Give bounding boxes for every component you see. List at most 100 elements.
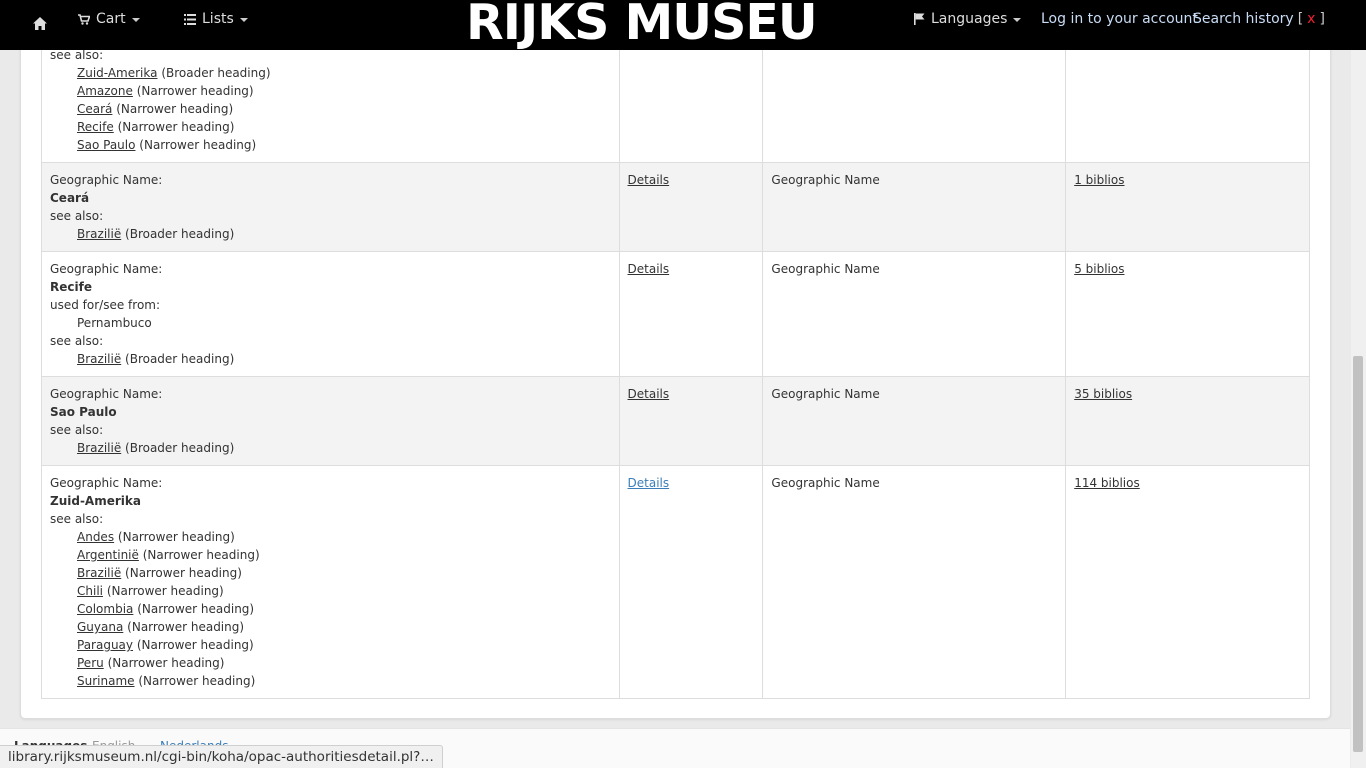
top-navbar: Cart Lists RIJKS MUSEUM Languages Log in… <box>0 0 1366 50</box>
biblios-link[interactable]: 5 biblios <box>1074 262 1124 276</box>
see-also-link[interactable]: Suriname <box>77 674 135 688</box>
see-also-link[interactable]: Brazilië <box>77 227 121 241</box>
authority-heading: Sao Paulo <box>50 405 117 419</box>
see-also-link[interactable]: Recife <box>77 120 114 134</box>
relation-label: (Narrower heading) <box>137 602 255 616</box>
lists-menu[interactable]: Lists <box>184 0 248 38</box>
see-also-item: Ceará (Narrower heading) <box>50 100 611 118</box>
flag-icon <box>914 13 925 25</box>
see-also-label: see also: <box>50 512 104 526</box>
authority-summary-cell: Geographic Name: Recife used for/see fro… <box>41 251 620 377</box>
authority-heading: Recife <box>50 280 92 294</box>
see-also-label: see also: <box>50 209 104 223</box>
relation-label: (Narrower heading) <box>136 84 254 98</box>
see-also-item: Argentinië (Narrower heading) <box>50 546 611 564</box>
authority-heading: Zuid-Amerika <box>50 494 141 508</box>
details-cell: Details <box>618 465 764 699</box>
table-row: Geographic Name: Sao Paulo see also: Bra… <box>41 376 1310 466</box>
authority-type-label: Geographic Name: <box>50 387 163 401</box>
browser-status-url: library.rijksmuseum.nl/cgi-bin/koha/opac… <box>0 745 443 768</box>
details-link[interactable]: Details <box>628 476 670 490</box>
see-also-link[interactable]: Amazone <box>77 84 133 98</box>
relation-label: (Narrower heading) <box>106 584 224 598</box>
authority-type-label: Geographic Name: <box>50 476 163 490</box>
details-link[interactable]: Details <box>628 387 670 401</box>
details-cell: Details <box>618 376 764 466</box>
see-also-item: Brazilië (Broader heading) <box>50 350 611 368</box>
see-also-item: Brazilië (Broader heading) <box>50 225 611 243</box>
see-also-item: Sao Paulo (Narrower heading) <box>50 136 611 154</box>
authority-heading: Ceará <box>50 191 90 205</box>
see-also-link[interactable]: Colombia <box>77 602 133 616</box>
see-also-label: see also: <box>50 334 104 348</box>
table-row: Geographic Name: Recife used for/see fro… <box>41 251 1310 377</box>
relation-label: (Narrower heading) <box>127 620 245 634</box>
see-also-item: Recife (Narrower heading) <box>50 118 611 136</box>
rijksmuseum-logo[interactable]: RIJKS MUSEUM <box>466 0 820 50</box>
details-cell: Details <box>618 162 764 252</box>
used-for-label: used for/see from: <box>50 298 161 312</box>
see-also-item: Colombia (Narrower heading) <box>50 600 611 618</box>
see-also-link[interactable]: Ceará <box>77 102 112 116</box>
cart-icon <box>78 13 90 25</box>
home-button[interactable] <box>30 13 50 33</box>
chevron-down-icon <box>131 18 140 22</box>
relation-label: (Narrower heading) <box>136 638 254 652</box>
details-link[interactable]: Details <box>628 262 670 276</box>
biblios-link[interactable]: 1 biblios <box>1074 173 1124 187</box>
page-scrollbar-thumb[interactable] <box>1353 356 1363 752</box>
home-icon <box>33 16 47 30</box>
see-also-link[interactable]: Chili <box>77 584 103 598</box>
relation-label: (Broader heading) <box>125 227 235 241</box>
list-icon <box>184 13 196 25</box>
see-also-item: Amazone (Narrower heading) <box>50 82 611 100</box>
biblios-link[interactable]: 35 biblios <box>1074 387 1132 401</box>
see-also-link[interactable]: Brazilië <box>77 441 121 455</box>
see-also-link[interactable]: Brazilië <box>77 566 121 580</box>
used-for-item: Pernambuco <box>77 316 152 330</box>
details-link[interactable]: Details <box>628 173 670 187</box>
chevron-down-icon <box>239 18 248 22</box>
lists-label: Lists <box>202 11 234 27</box>
search-history-label: Search history <box>1193 11 1294 27</box>
relation-label: (Narrower heading) <box>142 548 260 562</box>
see-also-link[interactable]: Paraguay <box>77 638 133 652</box>
authority-summary-cell: Geographic Name: Zuid-Amerika see also: … <box>41 465 620 699</box>
relation-label: (Narrower heading) <box>125 566 242 580</box>
see-also-item: Peru (Narrower heading) <box>50 654 611 672</box>
authority-type-cell: Geographic Name <box>762 376 1067 466</box>
see-also-link[interactable]: Guyana <box>77 620 123 634</box>
see-also-link[interactable]: Argentinië <box>77 548 139 562</box>
biblios-link[interactable]: 114 biblios <box>1074 476 1140 490</box>
see-also-item: Guyana (Narrower heading) <box>50 618 611 636</box>
languages-menu[interactable]: Languages <box>914 0 1022 38</box>
search-history-link[interactable]: Search history [ x ] <box>1193 0 1325 38</box>
see-also-link[interactable]: Andes <box>77 530 114 544</box>
see-also-item: Paraguay (Narrower heading) <box>50 636 611 654</box>
authority-summary-cell: Geographic Name: Ceará see also: Brazili… <box>41 162 620 252</box>
table-row: Geographic Name: Zuid-Amerika see also: … <box>41 465 1310 699</box>
clear-search-history-button[interactable]: x <box>1307 11 1315 27</box>
relation-label: (Narrower heading) <box>139 138 257 152</box>
details-cell: Details <box>618 251 764 377</box>
authority-results-table: see also: Zuid-Amerika (Broader heading)… <box>41 0 1310 699</box>
relation-label: (Narrower heading) <box>107 656 225 670</box>
search-history-bracket-close: ] <box>1319 11 1325 27</box>
see-also-label: see also: <box>50 423 104 437</box>
see-also-item: Andes (Narrower heading) <box>50 528 611 546</box>
biblios-cell: 114 biblios <box>1065 465 1310 699</box>
see-also-link[interactable]: Sao Paulo <box>77 138 135 152</box>
biblios-cell: 1 biblios <box>1065 162 1310 252</box>
login-link[interactable]: Log in to your account <box>1041 0 1198 38</box>
see-also-link[interactable]: Zuid-Amerika <box>77 66 157 80</box>
see-also-item: Suriname (Narrower heading) <box>50 672 611 690</box>
see-also-link[interactable]: Brazilië <box>77 352 121 366</box>
see-also-link[interactable]: Peru <box>77 656 104 670</box>
authority-type-label: Geographic Name: <box>50 262 163 276</box>
relation-label: (Broader heading) <box>161 66 271 80</box>
relation-label: (Narrower heading) <box>138 674 256 688</box>
biblios-cell: 5 biblios <box>1065 251 1310 377</box>
table-row: Geographic Name: Ceará see also: Brazili… <box>41 162 1310 252</box>
relation-label: (Narrower heading) <box>117 530 235 544</box>
cart-menu[interactable]: Cart <box>78 0 140 38</box>
